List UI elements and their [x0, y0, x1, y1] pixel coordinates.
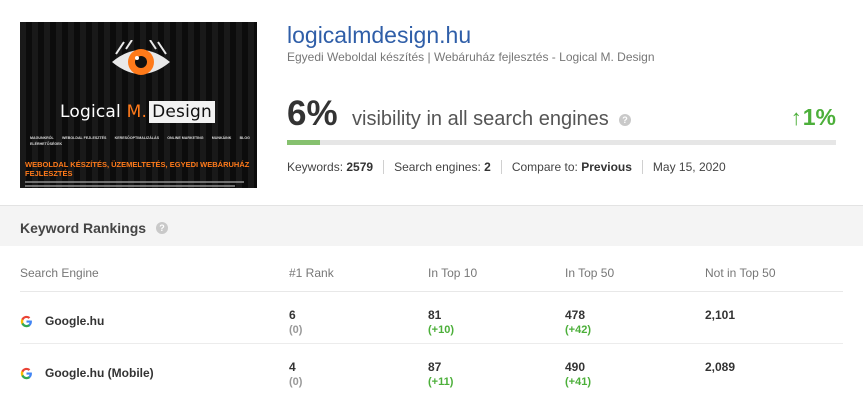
- thumbnail-nav: MAGUNKRÓL WEBOLDAL FEJLESZTÉS KERESŐOPTI…: [30, 136, 250, 146]
- compare-to-selector[interactable]: Compare to: Previous: [512, 160, 632, 174]
- thumbnail-nav-item: KERESŐOPTIMALIZÁLÁS: [114, 136, 159, 140]
- thumbnail-headline: WEBOLDAL KÉSZÍTÉS, ÜZEMELTETÉS, EGYEDI W…: [25, 160, 250, 178]
- site-title-link[interactable]: logicalmdesign.hu: [287, 22, 471, 49]
- report-date[interactable]: May 15, 2020: [653, 160, 726, 174]
- column-header-not-top50: Not in Top 50: [705, 266, 776, 280]
- top50-cell: 490 (+41): [565, 360, 591, 388]
- search-engine-name: Google.hu (Mobile): [45, 366, 154, 380]
- thumbnail-nav-item: WEBOLDAL FEJLESZTÉS: [61, 136, 107, 140]
- keyword-rankings-header: Keyword Rankings ?: [0, 205, 863, 246]
- divider: [641, 160, 643, 174]
- top50-cell: 478 (+42): [565, 308, 591, 336]
- table-row[interactable]: Google.hu 6 (0) 81 (+10) 478 (+42) 2,101: [20, 292, 843, 344]
- site-summary: Logical M. Design MAGUNKRÓL WEBOLDAL FEJL…: [0, 0, 863, 205]
- site-thumbnail[interactable]: Logical M. Design MAGUNKRÓL WEBOLDAL FEJL…: [20, 22, 257, 188]
- help-icon[interactable]: ?: [619, 114, 631, 126]
- top10-cell: 87 (+11): [428, 360, 454, 388]
- keywords-count: Keywords: 2579: [287, 160, 374, 174]
- search-engine-cell: Google.hu: [20, 314, 104, 328]
- help-icon[interactable]: ?: [156, 222, 168, 234]
- visibility-change: ↑1%: [790, 104, 836, 130]
- site-subtitle: Egyedi Weboldal készítés | Webáruház fej…: [287, 50, 655, 64]
- thumbnail-nav-item: ONLINE MARKETING: [167, 136, 204, 140]
- thumbnail-nav-item: BLOG: [239, 136, 250, 140]
- search-engine-cell: Google.hu (Mobile): [20, 366, 154, 380]
- divider: [500, 160, 502, 174]
- table-row[interactable]: Google.hu (Mobile) 4 (0) 87 (+11) 490 (+41)…: [20, 344, 843, 396]
- thumbnail-body-text: [25, 181, 253, 188]
- section-title: Keyword Rankings: [20, 220, 147, 236]
- thumbnail-logo: Logical M. Design: [60, 101, 215, 123]
- visibility-label: visibility in all search engines: [352, 108, 609, 130]
- rank1-cell: 6 (0): [289, 308, 303, 336]
- column-header-top10: In Top 10: [428, 266, 478, 280]
- rank1-cell: 4 (0): [289, 360, 303, 388]
- column-header-search-engine: Search Engine: [20, 266, 99, 280]
- top10-cell: 81 (+10): [428, 308, 454, 336]
- column-header-top50: In Top 50: [565, 266, 615, 280]
- search-engine-name: Google.hu: [45, 314, 105, 328]
- thumbnail-nav-item: MUNKÁINK: [211, 136, 232, 140]
- google-icon: [20, 315, 32, 327]
- thumbnail-nav-item: ELÉRHETŐSÉGEK: [30, 142, 63, 146]
- eye-logo-icon: [112, 40, 170, 75]
- search-engines-count: Search engines: 2: [394, 160, 491, 174]
- visibility-progress-fill: [287, 140, 320, 145]
- divider: [383, 160, 385, 174]
- thumbnail-nav-item: MAGUNKRÓL: [30, 136, 54, 140]
- table-header: Search Engine #1 Rank In Top 10 In Top 5…: [20, 246, 843, 292]
- visibility-percent: 6%: [287, 94, 338, 133]
- keyword-rankings-table: Search Engine #1 Rank In Top 10 In Top 5…: [20, 246, 843, 396]
- summary-meta: Keywords: 2579 Search engines: 2 Compare…: [287, 160, 726, 174]
- not-top50-cell: 2,101: [705, 308, 736, 322]
- visibility-progress-bar: [287, 140, 836, 145]
- google-icon: [20, 367, 32, 379]
- column-header-rank1: #1 Rank: [289, 266, 334, 280]
- arrow-up-icon: ↑: [790, 105, 802, 130]
- not-top50-cell: 2,089: [705, 360, 736, 374]
